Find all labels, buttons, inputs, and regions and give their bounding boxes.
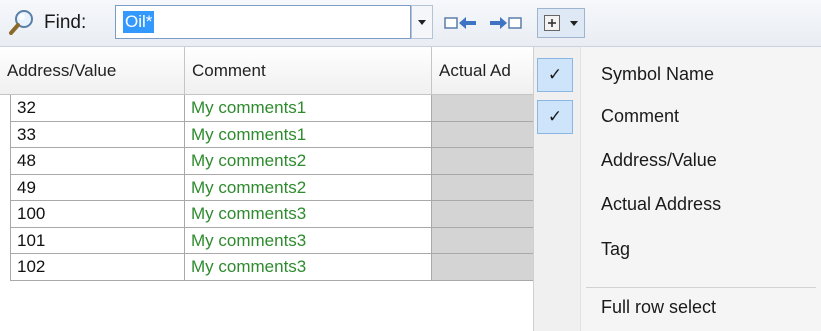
chevron-down-icon (570, 21, 578, 26)
column-header-comment[interactable]: Comment (185, 47, 432, 95)
menu-item-address-value[interactable]: Address/Value (534, 141, 821, 181)
cell-address[interactable]: 33 (10, 121, 185, 148)
menu-item-label: Tag (601, 239, 631, 259)
cell-address[interactable]: 48 (10, 148, 185, 175)
cell-comment[interactable]: My comments1 (185, 121, 432, 148)
menu-item-actual-address[interactable]: Actual Address (534, 185, 821, 225)
cell-actual-address[interactable] (432, 121, 541, 148)
columns-icon (544, 15, 560, 31)
cell-actual-address[interactable] (432, 201, 541, 228)
cell-address[interactable]: 102 (10, 254, 185, 281)
search-icon (8, 8, 36, 36)
find-history-dropdown-button[interactable] (411, 5, 433, 39)
cell-address[interactable]: 32 (10, 95, 185, 122)
menu-item-label: Actual Address (601, 194, 722, 214)
cell-comment[interactable]: My comments3 (185, 227, 432, 254)
cell-address[interactable]: 49 (10, 174, 185, 201)
menu-item-full-row-select[interactable]: Full row select (534, 288, 821, 328)
check-icon: ✓ (537, 100, 573, 134)
cell-comment[interactable]: My comments2 (185, 174, 432, 201)
column-chooser-menu: ✓ Symbol Name ✓ Comment Address/Value Ac… (533, 47, 821, 331)
find-previous-icon[interactable] (444, 13, 478, 33)
menu-item-symbol-name[interactable]: ✓ Symbol Name (534, 55, 821, 95)
cell-actual-address[interactable] (432, 254, 541, 281)
cell-comment[interactable]: My comments3 (185, 201, 432, 228)
find-toolbar: Find: Oil* (0, 0, 821, 47)
find-input[interactable]: Oil* (115, 5, 411, 39)
cell-comment[interactable]: My comments3 (185, 254, 432, 281)
find-input-value: Oil* (123, 11, 155, 33)
column-header-actual-address[interactable]: Actual Ad (432, 47, 541, 95)
check-icon: ✓ (537, 58, 573, 92)
find-label: Find: (44, 12, 87, 33)
menu-item-label: Full row select (601, 297, 717, 317)
menu-item-comment[interactable]: ✓ Comment (534, 97, 821, 137)
cell-comment[interactable]: My comments1 (185, 95, 432, 122)
cell-address[interactable]: 100 (10, 201, 185, 228)
menu-item-label: Address/Value (601, 150, 717, 170)
cell-address[interactable]: 101 (10, 227, 185, 254)
menu-item-label: Comment (601, 106, 680, 126)
chevron-down-icon (418, 19, 426, 25)
menu-item-label: Symbol Name (601, 64, 715, 84)
column-chooser-button[interactable] (537, 8, 585, 38)
find-next-icon[interactable] (488, 13, 522, 33)
symbol-grid: Address/Value Comment Actual Ad 32 My co… (0, 47, 541, 331)
cell-actual-address[interactable] (432, 148, 541, 175)
cell-actual-address[interactable] (432, 174, 541, 201)
column-header-address[interactable]: Address/Value (0, 47, 185, 95)
cell-comment[interactable]: My comments2 (185, 148, 432, 175)
cell-actual-address[interactable] (432, 95, 541, 122)
cell-actual-address[interactable] (432, 227, 541, 254)
menu-item-tag[interactable]: Tag (534, 230, 821, 270)
